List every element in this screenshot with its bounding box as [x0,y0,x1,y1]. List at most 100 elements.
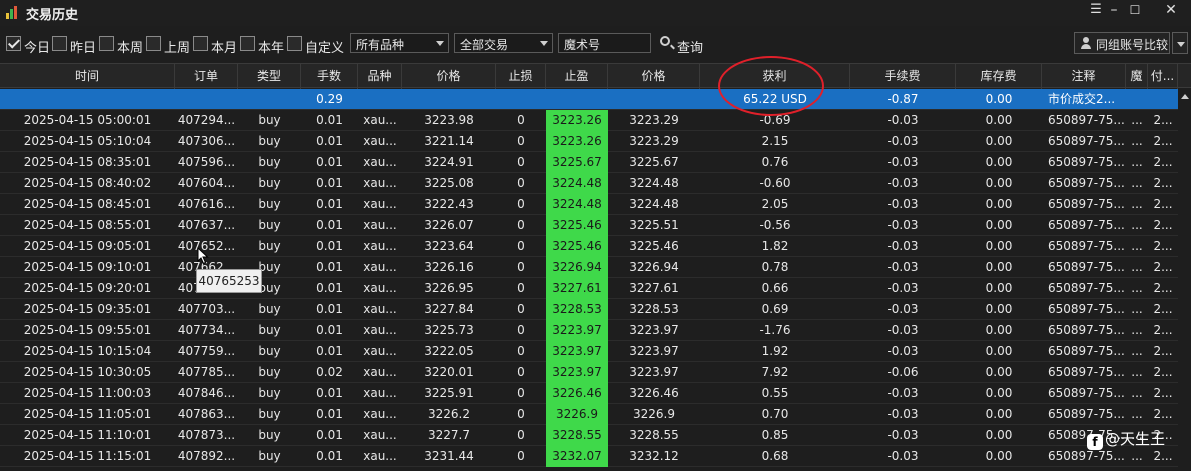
compare-accounts-label: 同组账号比较 [1096,38,1169,52]
column-header-order[interactable]: 订单 [175,64,238,89]
cell-profit: 0.78 [761,260,789,274]
cell-comment: 650897-75... [1048,344,1125,358]
table-row[interactable]: 2025-04-15 10:15:04 407759... buy 0.01 xau..… [0,341,1178,362]
table-row[interactable]: 2025-04-15 11:00:03 407846... buy 0.01 xau..… [0,383,1178,404]
cell-close-price: 3226.94 [629,260,679,274]
compare-accounts-button[interactable]: 同组账号比较 [1074,32,1170,54]
column-header-magic[interactable]: 魔 [1126,64,1148,89]
filter-label-yesterday[interactable]: 昨日 [70,37,96,56]
cell-open-price: 3220.01 [424,365,474,379]
table-row[interactable]: 2025-04-15 09:35:01 407703... buy 0.01 xau..… [0,299,1178,320]
cell-swap: 0.00 [985,428,1013,442]
filter-label-this-week[interactable]: 本周 [117,37,143,56]
cell-take-profit: 3223.97 [546,341,608,362]
cell-profit: 0.70 [761,407,789,421]
checkbox-this-week[interactable] [99,36,114,51]
table-row[interactable]: 2025-04-15 11:05:01 407863... buy 0.01 xau..… [0,404,1178,425]
cell-close-price: 3225.51 [629,218,679,232]
cell-extra: 2... [1153,113,1173,127]
cell-close-price: 3224.48 [629,176,679,190]
checkbox-this-month[interactable] [193,36,208,51]
cell-profit: 0.76 [761,155,789,169]
cell-magic: ... [1131,176,1143,190]
cell-swap: 0.00 [985,365,1013,379]
table-row[interactable]: 2025-04-15 08:35:01 407596... buy 0.01 xau..… [0,152,1178,173]
maximize-icon[interactable]: ☐ [1115,0,1155,22]
magic-number-input[interactable]: 魔术号 [558,33,651,53]
table-row[interactable]: 2025-04-15 10:30:05 407785... buy 0.02 xau..… [0,362,1178,383]
checkbox-this-year[interactable] [240,36,255,51]
filter-label-custom[interactable]: 自定义 [305,37,344,56]
column-header-commission[interactable]: 手续费 [850,64,956,89]
order-tooltip: 40765253 [196,269,262,293]
cell-stop-loss: 0 [517,302,525,316]
table-row[interactable]: 2025-04-15 09:55:01 407734... buy 0.01 xau..… [0,320,1178,341]
cell-open-price: 3225.91 [424,386,474,400]
cell-time: 2025-04-15 10:15:04 [23,344,152,358]
summary-row[interactable]: 0.29 65.22 USD -0.87 0.00 市价成交2... [0,89,1178,110]
column-header-symbol[interactable]: 品种 [358,64,402,89]
cell-stop-loss: 0 [517,449,525,463]
cell-swap: 0.00 [985,323,1013,337]
cell-swap: 0.00 [985,260,1013,274]
cell-symbol: xau... [363,323,397,337]
column-header-open-price[interactable]: 价格 [402,64,496,89]
cell-symbol: xau... [363,386,397,400]
vertical-scrollbar[interactable] [1178,106,1191,471]
cell-symbol: xau... [363,449,397,463]
column-header-type[interactable]: 类型 [238,64,301,89]
cell-type: buy [258,197,281,211]
table-row[interactable]: 2025-04-15 05:10:04 407306... buy 0.01 xau..… [0,131,1178,152]
cell-lots: 0.01 [316,176,343,190]
column-header-time[interactable]: 时间 [0,64,175,89]
cell-time: 2025-04-15 09:35:01 [23,302,152,316]
table-row[interactable]: 2025-04-15 08:55:01 407637... buy 0.01 xau..… [0,215,1178,236]
cell-time: 2025-04-15 08:35:01 [23,155,152,169]
cell-stop-loss: 0 [517,281,525,295]
cell-profit: 2.15 [761,134,789,148]
search-icon[interactable] [660,36,670,46]
cell-swap: 0.00 [985,113,1013,127]
table-row[interactable]: 2025-04-15 05:00:01 407294... buy 0.01 xau..… [0,110,1178,131]
cell-order: 407616... [177,197,236,211]
scroll-up-arrow[interactable] [1178,88,1191,106]
filter-label-last-week[interactable]: 上周 [164,37,190,56]
column-header-take-profit[interactable]: 止盈 [546,64,608,89]
cell-time: 2025-04-15 11:00:03 [23,386,152,400]
cell-swap: 0.00 [985,386,1013,400]
filter-label-today[interactable]: 今日 [24,37,50,56]
cell-take-profit: 3228.53 [546,299,608,320]
compare-dropdown-arrow[interactable] [1172,32,1188,54]
checkbox-custom[interactable] [287,36,302,51]
cell-commission: -0.03 [887,428,919,442]
column-header-comment[interactable]: 注释 [1042,64,1126,89]
close-icon[interactable]: ✕ [1151,0,1191,22]
cell-open-price: 3222.43 [424,197,474,211]
table-row[interactable]: 2025-04-15 11:10:01 407873... buy 0.01 xau..… [0,425,1178,446]
query-button[interactable]: 查询 [677,37,703,56]
column-header-lots[interactable]: 手数 [301,64,358,89]
table-row[interactable]: 2025-04-15 09:05:01 407652... buy 0.01 xau..… [0,236,1178,257]
table-row[interactable]: 2025-04-15 09:10:01 407662... buy 0.01 xau..… [0,257,1178,278]
cell-take-profit: 3225.46 [546,236,608,257]
column-header-extra[interactable]: 付... [1148,64,1178,89]
person-icon [1080,37,1092,49]
table-row[interactable]: 2025-04-15 08:40:02 407604... buy 0.01 xau..… [0,173,1178,194]
table-row[interactable]: 2025-04-15 08:45:01 407616... buy 0.01 xau..… [0,194,1178,215]
cell-extra: 2... [1153,407,1173,421]
cell-type: buy [258,323,281,337]
trade-type-select[interactable]: 全部交易 [454,33,553,53]
checkbox-yesterday[interactable] [52,36,67,51]
table-row[interactable]: 2025-04-15 09:20:01407675...buy0.01xau..… [0,278,1178,299]
checkbox-today[interactable] [6,36,21,51]
column-header-close-price[interactable]: 价格 [608,64,700,89]
checkbox-last-week[interactable] [146,36,161,51]
column-header-swap[interactable]: 库存费 [956,64,1042,89]
cell-swap: 0.00 [985,407,1013,421]
table-row[interactable]: 2025-04-15 11:15:01 407892... buy 0.01 xau..… [0,446,1178,467]
filter-label-this-year[interactable]: 本年 [258,37,284,56]
cell-comment: 650897-75... [1048,239,1125,253]
filter-label-this-month[interactable]: 本月 [211,37,237,56]
column-header-stop-loss[interactable]: 止损 [496,64,546,89]
symbol-select[interactable]: 所有品种 [350,33,449,53]
